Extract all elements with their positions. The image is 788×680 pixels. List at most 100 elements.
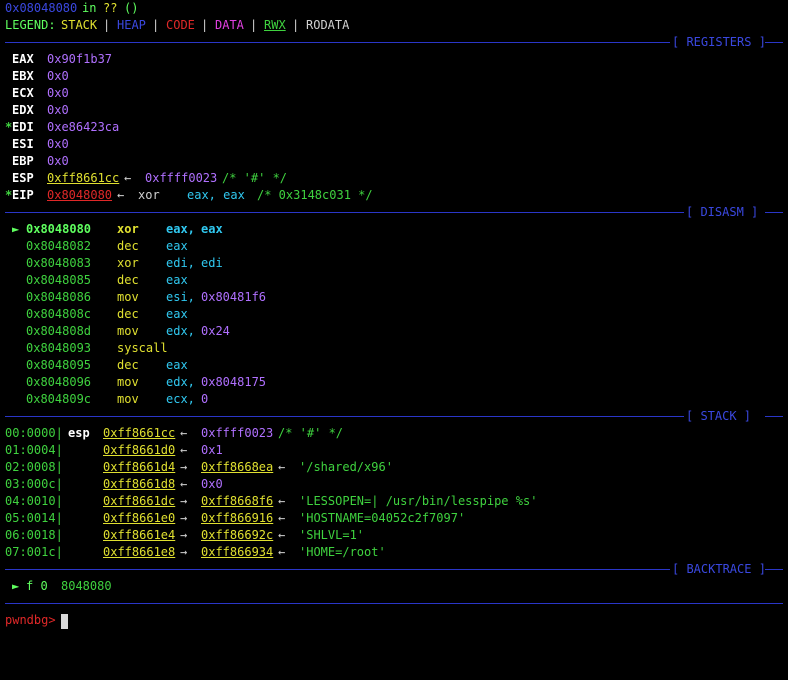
- stack-string: 'HOSTNAME=04052c2f7097': [299, 511, 466, 525]
- stack-offset: 03:000c|: [5, 477, 63, 491]
- disasm-row[interactable]: 0x804808c dec eax: [0, 306, 788, 323]
- context-header: 0x08048080 in ?? (): [0, 0, 788, 17]
- instruction-operand: eax: [166, 273, 188, 287]
- instruction-operand: 0x24: [201, 324, 230, 338]
- stack-pointer: 0xff866934: [201, 545, 274, 559]
- terminal-window[interactable]: 0x08048080 in ?? () LEGEND: STACK | HEAP…: [0, 0, 788, 638]
- registers-section-header: [ REGISTERS ]: [0, 34, 788, 51]
- instruction-operand: edi,: [166, 256, 195, 270]
- stack-row[interactable]: 01:0004| 0xff8661d0 ← 0x1: [0, 442, 788, 459]
- disasm-row-current[interactable]: ► 0x8048080 xor eax, eax: [0, 221, 788, 238]
- instruction-operand: 0x8048175: [201, 375, 267, 389]
- register-value: 0x90f1b37: [47, 52, 113, 66]
- instruction-address: 0x8048083: [26, 256, 92, 270]
- stack-row[interactable]: 07:001c| 0xff8661e8 → 0xff866934 ← 'HOME…: [0, 544, 788, 561]
- stack-address: 0xff8661dc: [103, 494, 176, 508]
- stack-register: esp: [68, 426, 90, 440]
- instruction-mnemonic: mov: [117, 290, 139, 304]
- stack-arrow: ←: [180, 443, 188, 457]
- instruction-address: 0x804808c: [26, 307, 92, 321]
- instruction-address: 0x8048096: [26, 375, 92, 389]
- disasm-row[interactable]: 0x804808d mov edx, 0x24: [0, 323, 788, 340]
- stack-arrow: →: [180, 528, 188, 542]
- stack-row[interactable]: 03:000c| 0xff8661d8 ← 0x0: [0, 476, 788, 493]
- stack-arrow: →: [180, 460, 188, 474]
- disasm-row[interactable]: 0x8048085 dec eax: [0, 272, 788, 289]
- register-row-edx: EDX 0x0: [0, 102, 788, 119]
- legend-data: DATA: [215, 18, 244, 32]
- backtrace-title: [ BACKTRACE ]: [672, 562, 766, 576]
- backtrace-section-header: [ BACKTRACE ]: [0, 561, 788, 578]
- text-cursor[interactable]: [61, 614, 68, 629]
- section-divider: [5, 603, 783, 604]
- instruction-mnemonic: dec: [117, 239, 139, 253]
- instruction-operand: eax: [166, 307, 188, 321]
- register-row-esp: ESP 0xff8661cc ← 0xffff0023 /* '#' */: [0, 170, 788, 187]
- header-function: ??: [103, 1, 118, 15]
- instruction-address: 0x804808d: [26, 324, 92, 338]
- legend-separator: |: [292, 18, 300, 32]
- register-row-eax: EAX 0x90f1b37: [0, 51, 788, 68]
- eip-mnemonic: xor: [138, 188, 160, 202]
- stack-arrow: ←: [278, 511, 286, 525]
- stack-address: 0xff8661e0: [103, 511, 176, 525]
- stack-row[interactable]: 04:0010| 0xff8661dc → 0xff8668f6 ← 'LESS…: [0, 493, 788, 510]
- disasm-title: [ DISASM ]: [686, 205, 759, 219]
- register-name: EBP: [12, 154, 34, 168]
- stack-offset: 04:0010|: [5, 494, 63, 508]
- instruction-address: 0x8048093: [26, 341, 92, 355]
- disasm-row[interactable]: 0x804809c mov ecx, 0: [0, 391, 788, 408]
- instruction-mnemonic: mov: [117, 392, 139, 406]
- section-divider: [5, 42, 670, 43]
- legend-rodata: RODATA: [306, 18, 350, 32]
- legend-line: LEGEND: STACK | HEAP | CODE | DATA | RWX…: [0, 17, 788, 34]
- stack-value: 0x1: [201, 443, 223, 457]
- stack-row[interactable]: 02:0008| 0xff8661d4 → 0xff8668ea ← '/sha…: [0, 459, 788, 476]
- disasm-row[interactable]: 0x8048086 mov esi, 0x80481f6: [0, 289, 788, 306]
- instruction-address: 0x8048085: [26, 273, 92, 287]
- disasm-row[interactable]: 0x8048093 syscall: [0, 340, 788, 357]
- stack-arrow: →: [180, 545, 188, 559]
- command-line[interactable]: pwndbg>: [0, 612, 788, 629]
- disasm-row[interactable]: 0x8048096 mov edx, 0x8048175: [0, 374, 788, 391]
- instruction-operand: edx,: [166, 375, 195, 389]
- legend-label: LEGEND:: [5, 18, 56, 32]
- disasm-row[interactable]: 0x8048082 dec eax: [0, 238, 788, 255]
- stack-row[interactable]: 06:0018| 0xff8661e4 → 0xff86692c ← 'SHLV…: [0, 527, 788, 544]
- disasm-row[interactable]: 0x8048083 xor edi, edi: [0, 255, 788, 272]
- register-value: 0x8048080: [47, 188, 113, 202]
- stack-arrow: →: [180, 494, 188, 508]
- stack-row[interactable]: 05:0014| 0xff8661e0 → 0xff866916 ← 'HOST…: [0, 510, 788, 527]
- register-row-ebx: EBX 0x0: [0, 68, 788, 85]
- stack-offset: 05:0014|: [5, 511, 63, 525]
- instruction-operand: eax,: [166, 222, 195, 236]
- backtrace-frame[interactable]: ► f 0 8048080: [0, 578, 788, 595]
- stack-string: 'LESSOPEN=| /usr/bin/lesspipe %s': [299, 494, 538, 508]
- register-name: EDX: [12, 103, 34, 117]
- instruction-mnemonic: xor: [117, 222, 139, 236]
- stack-value: 0x0: [201, 477, 223, 491]
- stack-comment: /* '#' */: [278, 426, 344, 440]
- backtrace-frame-index: f 0: [26, 579, 48, 593]
- instruction-address: 0x8048080: [26, 222, 92, 236]
- stack-address: 0xff8661d0: [103, 443, 176, 457]
- register-name: EDI: [12, 120, 34, 134]
- register-name: ESI: [12, 137, 34, 151]
- stack-arrow: ←: [278, 545, 286, 559]
- instruction-address: 0x804809c: [26, 392, 92, 406]
- eip-operands: eax, eax: [187, 188, 245, 202]
- stack-section-header: [ STACK ]: [0, 408, 788, 425]
- stack-row[interactable]: 00:0000| esp 0xff8661cc ← 0xffff0023 /* …: [0, 425, 788, 442]
- legend-separator: |: [103, 18, 111, 32]
- register-value: 0xff8661cc: [47, 171, 120, 185]
- stack-arrow: ←: [278, 460, 286, 474]
- stack-pointer: 0xff866916: [201, 511, 274, 525]
- legend-separator: |: [201, 18, 209, 32]
- deref-value: 0xffff0023: [145, 171, 218, 185]
- register-value: 0xe86423ca: [47, 120, 120, 134]
- disasm-row[interactable]: 0x8048095 dec eax: [0, 357, 788, 374]
- section-divider: [5, 416, 684, 417]
- legend-code: CODE: [166, 18, 195, 32]
- legend-rwx: RWX: [264, 18, 286, 32]
- stack-address: 0xff8661d4: [103, 460, 176, 474]
